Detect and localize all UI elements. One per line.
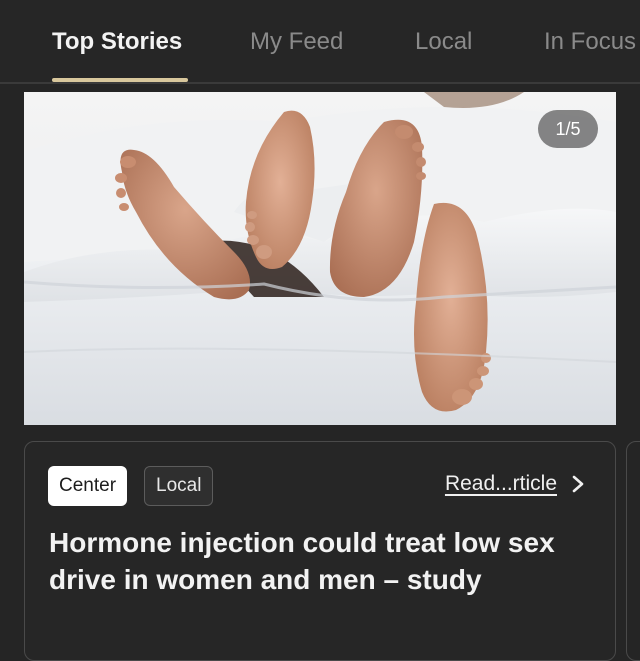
tab-top-stories[interactable]: Top Stories bbox=[52, 28, 182, 56]
hero-photo bbox=[24, 92, 616, 425]
tab-local[interactable]: Local bbox=[415, 28, 472, 56]
article-card[interactable]: Center Local Read...rticle Hormone injec… bbox=[24, 441, 616, 661]
tag-center[interactable]: Center bbox=[48, 466, 128, 506]
chevron-right-icon bbox=[572, 475, 584, 493]
read-article-label[interactable]: Read...rticle bbox=[445, 472, 557, 496]
active-tab-indicator bbox=[52, 78, 188, 82]
image-counter-badge: 1/5 bbox=[538, 110, 598, 148]
tab-my-feed[interactable]: My Feed bbox=[250, 28, 343, 56]
tab-in-focus[interactable]: In Focus bbox=[544, 28, 636, 56]
read-article-link[interactable]: Read...rticle bbox=[445, 472, 585, 496]
tag-local[interactable]: Local bbox=[144, 466, 214, 506]
tab-bar: Top Stories My Feed Local In Focus bbox=[0, 0, 640, 84]
hero-image[interactable]: 1/5 bbox=[24, 92, 616, 425]
next-article-card[interactable] bbox=[626, 441, 640, 661]
article-headline[interactable]: Hormone injection could treat low sex dr… bbox=[49, 524, 589, 598]
